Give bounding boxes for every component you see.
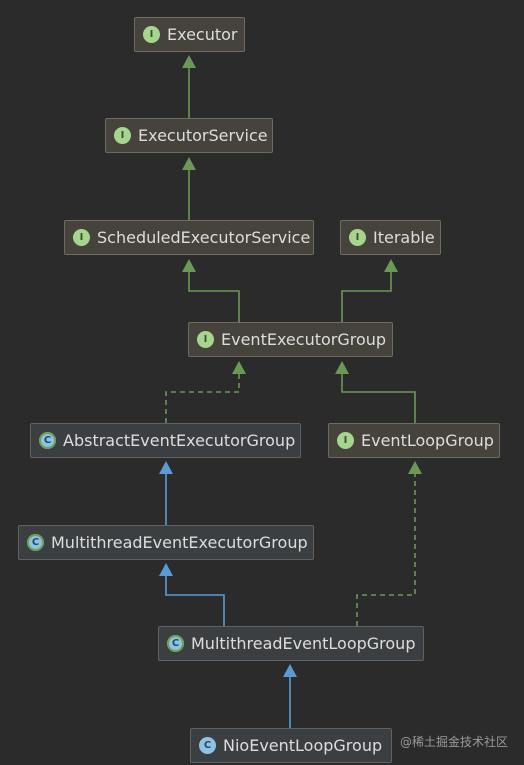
- abstract-class-icon: C: [39, 432, 56, 449]
- arrow-head: [159, 563, 173, 576]
- abstract-class-icon: C: [27, 534, 44, 551]
- node-iterable[interactable]: I Iterable: [340, 220, 441, 255]
- arrow-head: [408, 461, 422, 474]
- node-label: MultithreadEventLoopGroup: [191, 634, 416, 653]
- node-label: EventExecutorGroup: [221, 330, 387, 349]
- watermark: @稀土掘金技术社区: [399, 735, 508, 749]
- arrow-head: [159, 461, 173, 474]
- node-multithread-event-executor-group[interactable]: C MultithreadEventExecutorGroup: [18, 525, 314, 560]
- node-label: NioEventLoopGroup: [223, 736, 383, 755]
- node-event-executor-group[interactable]: I EventExecutorGroup: [188, 322, 393, 357]
- edge-event-loop-group-to-event-executor-group: [341, 373, 416, 423]
- node-scheduled-executor-service[interactable]: I ScheduledExecutorService: [64, 220, 314, 255]
- interface-icon: I: [143, 26, 160, 43]
- edge-abstract-to-event-executor-group: [165, 373, 240, 423]
- node-label: EventLoopGroup: [361, 431, 494, 450]
- node-label: MultithreadEventExecutorGroup: [51, 533, 308, 552]
- arrow-head: [182, 259, 196, 272]
- interface-icon: I: [73, 229, 90, 246]
- node-label: Executor: [167, 25, 238, 44]
- node-label: ScheduledExecutorService: [97, 228, 311, 247]
- node-multithread-event-loop-group[interactable]: C MultithreadEventLoopGroup: [158, 626, 424, 661]
- edge-event-executor-group-to-iterable: [341, 270, 392, 322]
- arrow-head: [232, 361, 246, 374]
- edge-multithread-loop-to-multithread-executor: [165, 574, 225, 626]
- diagram-canvas: I Executor I ExecutorService I Scheduled…: [0, 0, 524, 765]
- node-label: ExecutorService: [138, 126, 268, 145]
- node-nio-event-loop-group[interactable]: C NioEventLoopGroup: [190, 728, 392, 763]
- interface-icon: I: [337, 432, 354, 449]
- interface-icon: I: [197, 331, 214, 348]
- interface-icon: I: [349, 229, 366, 246]
- abstract-class-icon: C: [167, 635, 184, 652]
- node-executor-service[interactable]: I ExecutorService: [105, 118, 273, 153]
- node-executor[interactable]: I Executor: [134, 17, 245, 52]
- class-icon: C: [199, 737, 216, 754]
- node-label: Iterable: [373, 228, 435, 247]
- node-label: AbstractEventExecutorGroup: [63, 431, 296, 450]
- arrow-head: [335, 361, 349, 374]
- arrow-head: [182, 55, 196, 68]
- interface-icon: I: [114, 127, 131, 144]
- node-event-loop-group[interactable]: I EventLoopGroup: [328, 423, 500, 458]
- arrow-head: [182, 157, 196, 170]
- arrow-head: [384, 259, 398, 272]
- node-abstract-event-executor-group[interactable]: C AbstractEventExecutorGroup: [30, 423, 301, 458]
- edge-event-executor-group-to-scheduled: [188, 270, 240, 322]
- edge-multithread-loop-to-event-loop-group: [356, 473, 416, 626]
- arrow-head: [283, 664, 297, 677]
